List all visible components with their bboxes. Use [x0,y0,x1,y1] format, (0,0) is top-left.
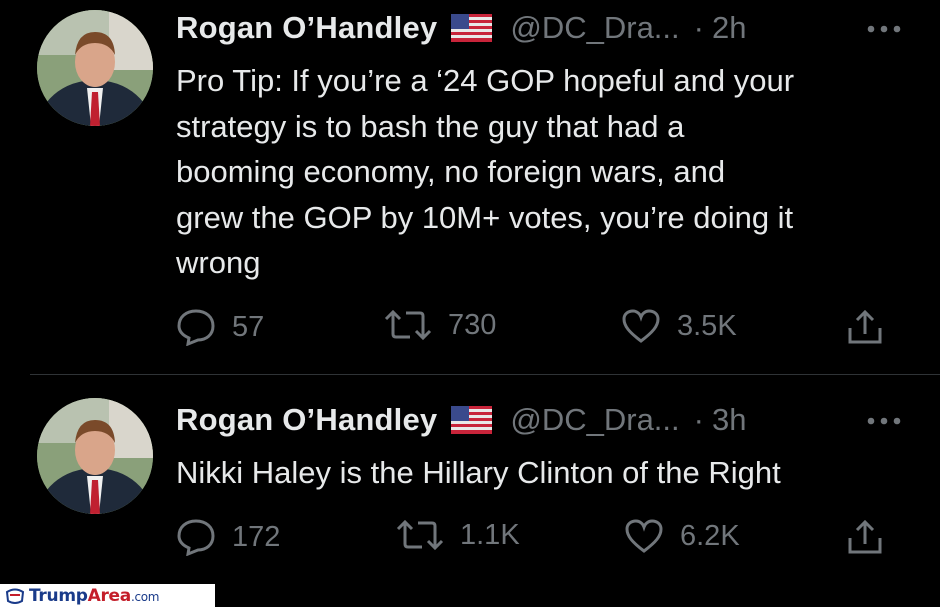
separator: · [693,10,704,45]
watermark-suffix: .com [130,589,160,604]
like-count: 6.2K [680,519,740,552]
tweet-actions: 57 730 3.5K [176,308,900,348]
us-flag-icon [451,14,493,42]
avatar[interactable] [37,398,153,514]
avatar[interactable] [37,10,153,126]
tweet-text: Nikki Haley is the Hillary Clinton of th… [176,455,781,490]
heart-icon [625,519,663,553]
watermark-brand: Trump [29,585,88,606]
watermark-brand-area: Area [87,585,132,606]
like-count: 3.5K [677,309,737,342]
timestamp[interactable]: 2h [712,10,746,46]
reply-count: 172 [232,520,281,553]
tweet-header: Rogan O’Handley @DC_Dra... · 3h [176,402,746,438]
retweet-count: 730 [448,308,497,341]
reply-icon [177,519,215,556]
like-button[interactable]: 6.2K [624,518,740,554]
reply-button[interactable]: 172 [176,518,280,556]
display-name[interactable]: Rogan O’Handley [176,10,437,46]
timestamp[interactable]: 3h [712,402,746,438]
share-button[interactable] [846,308,900,346]
more-icon[interactable] [866,416,902,426]
watermark: TrumpArea.com [0,584,215,607]
tweet-actions: 172 1.1K 6.2K [176,518,900,558]
tweet-header: Rogan O’Handley @DC_Dra... · 2h [176,10,746,46]
retweet-button[interactable]: 730 [384,308,496,342]
display-name[interactable]: Rogan O’Handley [176,402,437,438]
more-icon[interactable] [866,24,902,34]
logo-icon [5,588,25,604]
retweet-icon [384,309,432,341]
reply-count: 57 [232,310,265,343]
tweet-text: Pro Tip: If you’re a ‘24 GOP hopeful and… [176,63,795,280]
watermark-text: TrumpArea.com [29,585,160,606]
username[interactable]: @DC_Dra... [510,402,679,438]
us-flag-icon [451,406,493,434]
share-icon [848,519,882,554]
separator: · [693,402,704,437]
retweet-icon [396,519,444,551]
heart-icon [622,309,660,343]
username[interactable]: @DC_Dra... [510,10,679,46]
retweet-button[interactable]: 1.1K [396,518,520,552]
divider [30,374,940,375]
reply-icon [177,309,215,346]
share-button[interactable] [846,518,900,556]
retweet-count: 1.1K [460,518,520,551]
tweet[interactable]: Rogan O’Handley @DC_Dra... · 2h Pro Tip:… [0,0,940,372]
tweet[interactable]: Rogan O’Handley @DC_Dra... · 3h Nikki Ha… [0,378,940,584]
reply-button[interactable]: 57 [176,308,264,346]
like-button[interactable]: 3.5K [621,308,737,344]
share-icon [848,309,882,344]
